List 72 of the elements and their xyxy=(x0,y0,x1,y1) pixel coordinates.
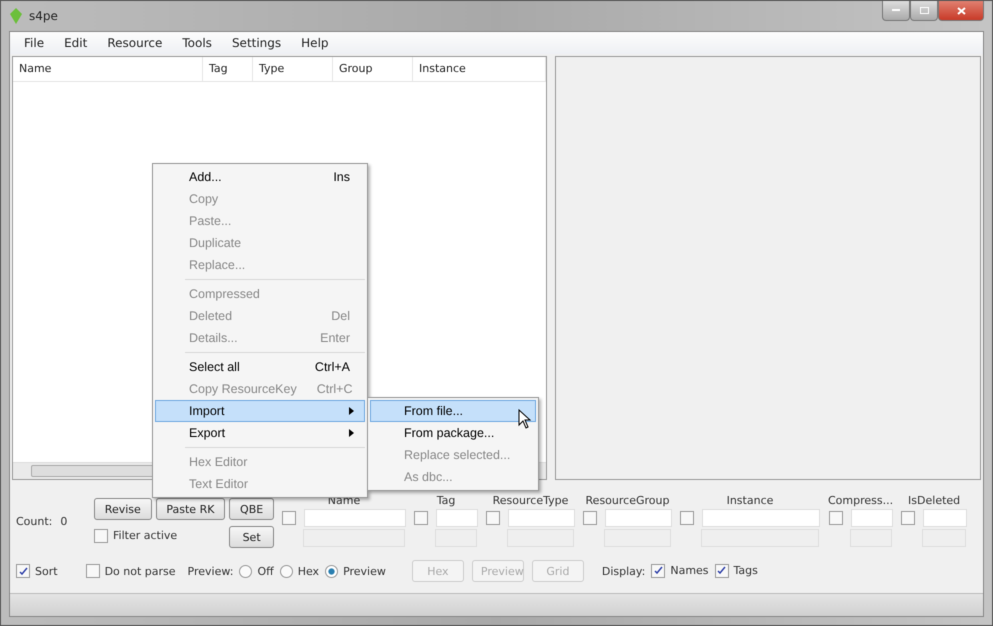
maximize-button[interactable] xyxy=(910,1,938,21)
filter-button[interactable]: QBE xyxy=(229,498,274,520)
checkbox-label: Tags xyxy=(734,564,758,578)
set-button[interactable]: Set xyxy=(229,526,274,548)
menu-item[interactable]: From file... xyxy=(370,400,536,422)
checkbox-label: Names xyxy=(670,564,709,578)
mouse-cursor-icon xyxy=(518,409,531,429)
checkbox[interactable] xyxy=(583,511,597,525)
maximize-icon xyxy=(920,7,928,14)
checkbox[interactable] xyxy=(86,564,100,578)
filter-field[interactable] xyxy=(850,509,893,527)
field-label: Instance xyxy=(726,494,774,507)
radio-button[interactable] xyxy=(280,564,293,578)
close-button[interactable] xyxy=(938,1,984,21)
minimize-button[interactable] xyxy=(882,1,910,21)
menu-item[interactable]: Settings xyxy=(222,36,292,50)
menu-item[interactable]: Select all Ctrl+A xyxy=(155,356,365,378)
field-label: Compress... xyxy=(828,494,894,507)
field-label: ResourceType xyxy=(492,494,568,507)
radio-button[interactable] xyxy=(325,564,338,578)
filter-field[interactable] xyxy=(436,509,478,527)
filter-field[interactable] xyxy=(923,509,968,527)
filter-button[interactable]: Paste RK xyxy=(156,498,226,520)
checkbox[interactable] xyxy=(486,511,500,525)
filter-field[interactable] xyxy=(605,509,672,527)
checkbox[interactable] xyxy=(901,511,916,525)
menu-item[interactable]: From package... xyxy=(370,422,536,444)
radio-button[interactable] xyxy=(239,564,252,578)
preview-label: Preview: xyxy=(188,564,234,578)
filter-field[interactable] xyxy=(304,509,406,527)
count-label: Count: xyxy=(16,514,52,528)
checkbox[interactable] xyxy=(94,528,108,542)
menu-item[interactable]: Import xyxy=(155,400,365,422)
checkbox[interactable] xyxy=(828,511,843,525)
filter-button[interactable]: Revise xyxy=(94,498,152,520)
column-header[interactable]: Name xyxy=(13,57,203,81)
column-header[interactable]: Instance xyxy=(413,57,546,81)
checkbox[interactable] xyxy=(282,511,296,525)
menu-item[interactable]: Help xyxy=(291,36,339,50)
checkbox-label: Filter active xyxy=(113,529,178,542)
checkbox[interactable] xyxy=(714,564,729,578)
column-header[interactable]: Group xyxy=(333,57,413,81)
menu-item[interactable]: Edit xyxy=(54,36,98,50)
submenu-arrow-icon xyxy=(349,407,354,415)
checkbox[interactable] xyxy=(414,511,428,525)
radio-label: Hex xyxy=(298,564,320,578)
minimize-icon xyxy=(892,9,900,12)
count-value: 0 xyxy=(60,514,68,528)
close-icon xyxy=(956,6,966,14)
filter-field[interactable] xyxy=(702,509,820,527)
radio-label: Preview xyxy=(343,564,386,578)
field-label: Tag xyxy=(436,494,456,507)
checkbox[interactable] xyxy=(16,564,30,578)
column-header[interactable]: Type xyxy=(253,57,333,81)
display-label: Display: xyxy=(602,564,646,578)
field-label: ResourceGroup xyxy=(586,494,670,507)
radio-label: Off xyxy=(257,564,274,578)
window-title: s4pe xyxy=(29,9,59,23)
submenu-arrow-icon xyxy=(349,429,354,437)
menu-item[interactable]: Resource xyxy=(97,36,172,50)
checkbox-label: Do not parse xyxy=(104,564,176,578)
column-header[interactable]: Tag xyxy=(203,57,253,81)
checkbox[interactable] xyxy=(680,511,694,525)
menu-item[interactable]: Export xyxy=(155,422,365,444)
filter-field[interactable] xyxy=(508,509,575,527)
menu-item[interactable]: File xyxy=(14,36,54,50)
checkbox[interactable] xyxy=(651,564,666,578)
app-icon xyxy=(9,8,23,24)
field-label: IsDeleted xyxy=(908,494,960,507)
menu-item[interactable]: Add... Ins xyxy=(155,166,365,188)
menu-item[interactable]: Tools xyxy=(172,36,222,50)
checkbox-label: Sort xyxy=(35,564,58,578)
